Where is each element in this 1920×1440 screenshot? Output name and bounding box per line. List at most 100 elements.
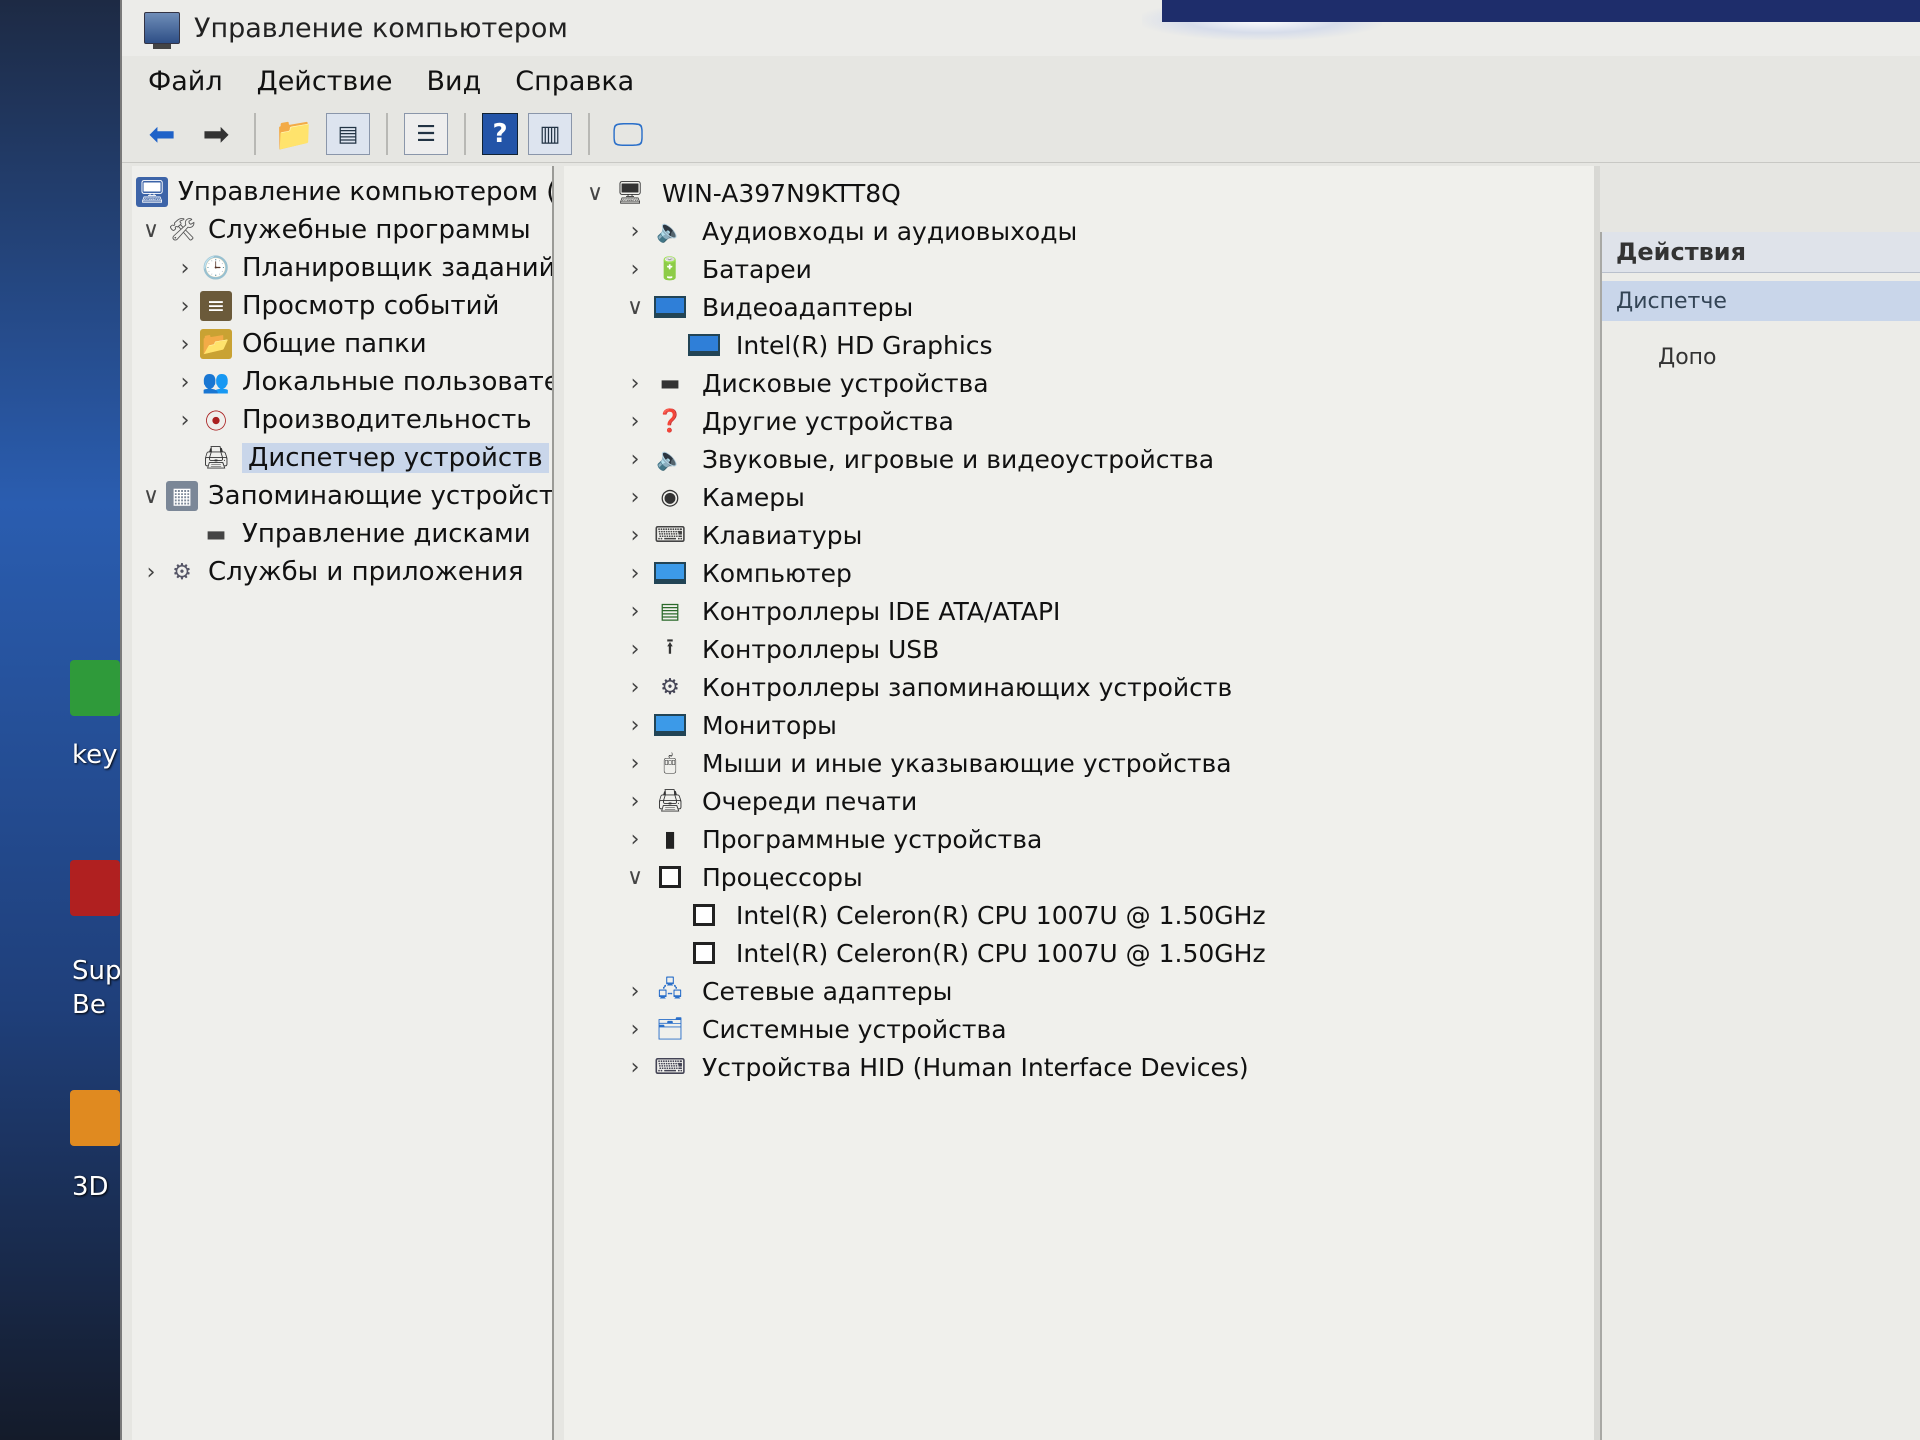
tree-item-label: Управление компьютером (л bbox=[178, 177, 554, 207]
device-category[interactable]: › ▬ Дисковые устройства bbox=[618, 366, 989, 400]
menu-view[interactable]: Вид bbox=[427, 66, 482, 97]
desktop-shortcut-icon[interactable] bbox=[70, 660, 120, 716]
computer-icon: 🖥 bbox=[616, 180, 644, 206]
chevron-right-icon[interactable]: › bbox=[618, 713, 652, 738]
chevron-down-icon[interactable]: ∨ bbox=[136, 484, 166, 509]
chevron-right-icon[interactable]: › bbox=[618, 409, 652, 434]
device-category[interactable]: › 🖧 Сетевые адаптеры bbox=[618, 974, 953, 1008]
chevron-right-icon[interactable]: › bbox=[618, 637, 652, 662]
device-root[interactable]: ∨ 🖥 WIN-A397N9KTT8Q bbox=[578, 176, 901, 210]
desktop-shortcut-icon[interactable] bbox=[70, 860, 120, 916]
chevron-right-icon[interactable]: › bbox=[618, 599, 652, 624]
speaker-icon: 🔈 bbox=[656, 218, 684, 244]
chevron-right-icon[interactable]: › bbox=[618, 523, 652, 548]
device-category[interactable]: › ⌨ Клавиатуры bbox=[618, 518, 863, 552]
tree-item-shared-folders[interactable]: › 📂 Общие папки bbox=[170, 326, 427, 362]
chevron-down-icon[interactable]: ∨ bbox=[618, 295, 652, 320]
device-category-label: Батареи bbox=[702, 254, 812, 284]
actions-device-manager[interactable]: Диспетче bbox=[1602, 281, 1920, 321]
device-category[interactable]: › ⭱ Контроллеры USB bbox=[618, 632, 940, 666]
device-item[interactable]: Intel(R) Celeron(R) CPU 1007U @ 1.50GHz bbox=[686, 898, 1266, 932]
tree-item-disk-management[interactable]: ▬ Управление дисками bbox=[170, 516, 531, 552]
menu-file[interactable]: Файл bbox=[148, 66, 223, 97]
device-category[interactable]: ∨ Видеоадаптеры bbox=[618, 290, 913, 324]
desktop-shortcut-icon[interactable] bbox=[70, 1090, 120, 1146]
chevron-down-icon[interactable]: ∨ bbox=[136, 218, 166, 243]
chevron-right-icon[interactable]: › bbox=[170, 408, 200, 433]
back-icon[interactable]: ⬅ bbox=[140, 112, 184, 156]
show-hide-tree-icon[interactable]: ▤ bbox=[326, 113, 370, 155]
tree-item-computer-management[interactable]: 🖥 Управление компьютером (л bbox=[136, 174, 554, 210]
forward-icon[interactable]: ➡ bbox=[194, 112, 238, 156]
chevron-right-icon[interactable]: › bbox=[170, 332, 200, 357]
actions-pane: Действия Диспетче Допо bbox=[1600, 232, 1920, 1440]
device-item-label: Intel(R) Celeron(R) CPU 1007U @ 1.50GHz bbox=[736, 938, 1266, 968]
menu-action[interactable]: Действие bbox=[257, 66, 393, 97]
device-category[interactable]: › ▮ Программные устройства bbox=[618, 822, 1043, 856]
tree-item-task-scheduler[interactable]: › 🕒 Планировщик заданий bbox=[170, 250, 552, 286]
mouse-icon: 🖱 bbox=[663, 750, 677, 776]
chevron-right-icon[interactable]: › bbox=[618, 219, 652, 244]
camera-icon: ◉ bbox=[660, 484, 680, 510]
device-category[interactable]: › Мониторы bbox=[618, 708, 837, 742]
up-folder-icon[interactable]: 📁 bbox=[272, 112, 316, 156]
chevron-right-icon[interactable]: › bbox=[618, 751, 652, 776]
device-category[interactable]: ∨ Процессоры bbox=[618, 860, 863, 894]
help-icon[interactable]: ? bbox=[482, 113, 518, 155]
device-item[interactable]: Intel(R) Celeron(R) CPU 1007U @ 1.50GHz bbox=[686, 936, 1266, 970]
chevron-right-icon[interactable]: › bbox=[170, 370, 200, 395]
title-bar[interactable]: Управление компьютером bbox=[122, 0, 1920, 56]
device-category[interactable]: › ⌨ Устройства HID (Human Interface Devi… bbox=[618, 1050, 1249, 1084]
tree-item-local-users[interactable]: › 👥 Локальные пользовате bbox=[170, 364, 552, 400]
performance-icon: ⦿ bbox=[204, 410, 227, 435]
chevron-right-icon[interactable]: › bbox=[618, 1017, 652, 1042]
chevron-right-icon[interactable]: › bbox=[618, 979, 652, 1004]
tree-item-services-apps[interactable]: › ⚙ Службы и приложения bbox=[136, 554, 524, 590]
chevron-right-icon[interactable]: › bbox=[618, 561, 652, 586]
chevron-right-icon[interactable]: › bbox=[618, 485, 652, 510]
device-category[interactable]: › 🖱 Мыши и иные указывающие устройства bbox=[618, 746, 1232, 780]
tree-item-event-viewer[interactable]: › ≡ Просмотр событий bbox=[170, 288, 499, 324]
chevron-down-icon[interactable]: ∨ bbox=[578, 181, 612, 206]
chevron-right-icon[interactable]: › bbox=[618, 789, 652, 814]
unknown-device-icon: ❓ bbox=[656, 408, 684, 434]
chevron-right-icon[interactable]: › bbox=[618, 257, 652, 282]
tree-item-storage[interactable]: ∨ ▦ Запоминающие устройст bbox=[136, 478, 552, 514]
monitor-icon bbox=[652, 558, 688, 588]
properties-icon[interactable]: ☰ bbox=[404, 113, 448, 155]
device-category[interactable]: › 🔈 Звуковые, игровые и видеоустройства bbox=[618, 442, 1214, 476]
chevron-right-icon[interactable]: › bbox=[618, 675, 652, 700]
device-category[interactable]: › 🖨 Очереди печати bbox=[618, 784, 918, 818]
tree-item-label: Производительность bbox=[242, 405, 532, 435]
chevron-right-icon[interactable]: › bbox=[618, 827, 652, 852]
device-category[interactable]: › ❓ Другие устройства bbox=[618, 404, 954, 438]
computer-name: WIN-A397N9KTT8Q bbox=[662, 178, 901, 208]
chevron-right-icon[interactable]: › bbox=[136, 560, 166, 585]
device-category[interactable]: › 🗂 Системные устройства bbox=[618, 1012, 1007, 1046]
device-category[interactable]: › Компьютер bbox=[618, 556, 852, 590]
menu-help[interactable]: Справка bbox=[515, 66, 634, 97]
device-category-label: Мыши и иные указывающие устройства bbox=[702, 748, 1232, 778]
device-item[interactable]: Intel(R) HD Graphics bbox=[686, 328, 993, 362]
network-adapter-icon: 🖧 bbox=[657, 977, 683, 1002]
actions-more-link[interactable]: Допо bbox=[1602, 345, 1920, 370]
chevron-right-icon[interactable]: › bbox=[618, 447, 652, 472]
chevron-right-icon[interactable]: › bbox=[618, 371, 652, 396]
device-category[interactable]: › 🔋 Батареи bbox=[618, 252, 812, 286]
tree-item-system-tools[interactable]: ∨ 🛠 Служебные программы bbox=[136, 212, 531, 248]
tree-item-device-manager[interactable]: 🖨 Диспетчер устройств bbox=[170, 440, 549, 476]
device-category[interactable]: › ▤ Контроллеры IDE ATA/ATAPI bbox=[618, 594, 1061, 628]
chevron-right-icon[interactable]: › bbox=[618, 1055, 652, 1080]
device-category[interactable]: › ⚙ Контроллеры запоминающих устройств bbox=[618, 670, 1233, 704]
device-category[interactable]: › ◉ Камеры bbox=[618, 480, 805, 514]
tree-item-label: Управление дисками bbox=[242, 519, 531, 549]
device-category[interactable]: › 🔈 Аудиовходы и аудиовыходы bbox=[618, 214, 1078, 248]
chevron-down-icon[interactable]: ∨ bbox=[618, 865, 652, 890]
clock-icon: 🕒 bbox=[202, 255, 230, 281]
tree-item-performance[interactable]: › ⦿ Производительность bbox=[170, 402, 532, 438]
chevron-right-icon[interactable]: › bbox=[170, 294, 200, 319]
usb-icon: ⭱ bbox=[666, 635, 674, 660]
show-action-pane-icon[interactable]: ▥ bbox=[528, 113, 572, 155]
scan-hardware-icon[interactable]: 🖵 bbox=[606, 112, 650, 156]
chevron-right-icon[interactable]: › bbox=[170, 256, 200, 281]
